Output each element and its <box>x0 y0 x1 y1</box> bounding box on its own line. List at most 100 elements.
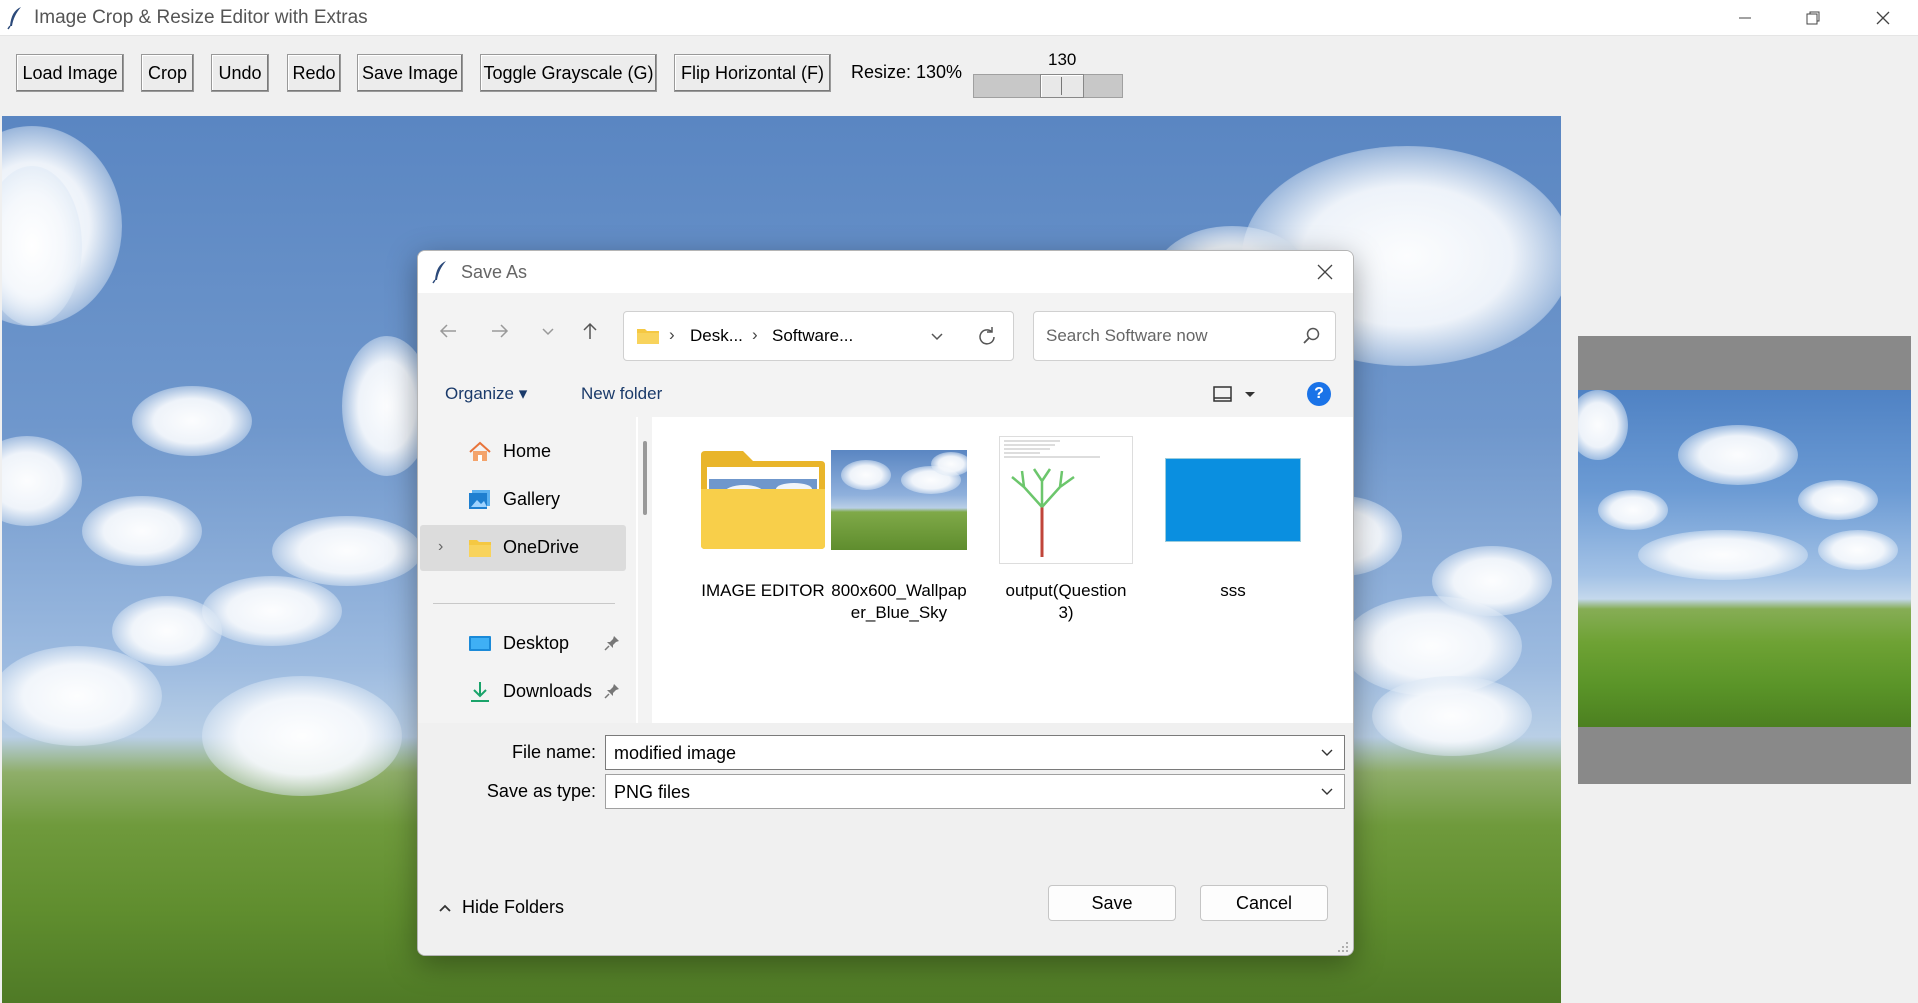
toggle-grayscale-button[interactable]: Toggle Grayscale (G) <box>480 54 657 92</box>
refresh-icon[interactable] <box>976 326 998 348</box>
minimize-button[interactable] <box>1710 0 1780 36</box>
forward-button[interactable] <box>484 315 516 347</box>
pin-icon[interactable] <box>604 635 620 651</box>
cloud <box>132 386 252 456</box>
restore-button[interactable] <box>1778 0 1848 36</box>
nav-label: Desktop <box>503 633 570 653</box>
resize-slider-thumb[interactable] <box>1040 74 1084 98</box>
view-icon <box>1213 386 1255 402</box>
feather-icon <box>432 261 446 284</box>
cloud <box>82 496 202 566</box>
save-type-select[interactable]: PNG files <box>605 774 1345 809</box>
image-thumbnail <box>996 435 1136 565</box>
restore-icon <box>1806 11 1820 25</box>
chevron-down-icon <box>542 328 554 336</box>
gallery-icon <box>469 490 490 509</box>
cloud <box>202 576 342 646</box>
slider-value: 130 <box>1048 50 1077 69</box>
scrollbar-thumb[interactable] <box>643 441 647 515</box>
resize-grip-icon[interactable] <box>1337 941 1349 953</box>
file-name-field[interactable]: modified image <box>605 735 1345 770</box>
save-button[interactable]: Save <box>1048 885 1176 921</box>
chevron-right-icon[interactable]: › <box>438 538 443 556</box>
nav-item-downloads[interactable]: Downloads <box>420 669 626 715</box>
minimize-icon <box>1739 17 1751 19</box>
nav-item-onedrive[interactable]: › OneDrive <box>420 525 626 571</box>
resize-label: Resize: 130% <box>851 62 963 82</box>
cloud <box>202 676 402 796</box>
flip-horizontal-button[interactable]: Flip Horizontal (F) <box>674 54 831 92</box>
file-name-label: File name: <box>511 742 596 762</box>
organize-menu[interactable]: Organize ▾ <box>445 384 527 404</box>
window-title: Image Crop & Resize Editor with Extras <box>34 7 368 28</box>
dialog-close-button[interactable] <box>1307 255 1343 289</box>
save-type-value: PNG files <box>614 782 691 802</box>
dialog-title: Save As <box>461 262 528 282</box>
cloud <box>1372 676 1532 756</box>
nav-item-gallery[interactable]: Gallery <box>420 477 626 523</box>
nav-label: Downloads <box>503 681 593 701</box>
toolbar: Load Image Crop Undo Redo Save Image Tog… <box>0 36 1918 116</box>
search-input[interactable]: Search Software now <box>1033 311 1336 361</box>
nav-item-home[interactable]: Home <box>420 429 626 475</box>
close-icon <box>1876 11 1890 25</box>
search-icon <box>1303 327 1320 344</box>
save-image-button[interactable]: Save Image <box>357 54 463 92</box>
preview-panel <box>1578 336 1911 784</box>
help-button[interactable]: ? <box>1307 382 1331 406</box>
pin-icon[interactable] <box>604 683 620 699</box>
folder-icon <box>469 540 491 557</box>
chevron-down-icon[interactable] <box>1320 746 1334 760</box>
download-icon <box>471 682 489 702</box>
desktop-icon <box>469 636 491 651</box>
file-list: IMAGE EDITOR 800x600_Wallpaper_Blue_Sky <box>652 417 1353 723</box>
new-folder-button[interactable]: New folder <box>581 384 662 404</box>
recent-locations-button[interactable] <box>532 315 564 347</box>
cloud <box>1818 530 1898 570</box>
image-thumbnail <box>829 435 969 565</box>
arrow-right-icon <box>492 324 509 338</box>
hide-folders-button[interactable]: Hide Folders <box>438 897 564 918</box>
nav-divider <box>433 603 615 604</box>
cloud <box>1678 425 1798 485</box>
crop-button[interactable]: Crop <box>141 54 194 92</box>
cancel-button[interactable]: Cancel <box>1200 885 1328 921</box>
nav-item-desktop[interactable]: Desktop <box>420 621 626 667</box>
save-as-dialog: Save As › Desk... › Software... Search S… <box>417 250 1354 956</box>
arrow-left-icon <box>439 324 456 338</box>
folder-icon <box>701 451 825 549</box>
cloud <box>272 516 422 586</box>
search-placeholder: Search Software now <box>1046 326 1208 345</box>
home-icon <box>469 441 491 461</box>
window-titlebar: Image Crop & Resize Editor with Extras <box>0 0 1918 36</box>
navigation-row: › Desk... › Software... Search Software … <box>418 293 1353 373</box>
file-name: sss <box>1220 581 1246 600</box>
cloud <box>1578 390 1628 460</box>
close-window-button[interactable] <box>1848 0 1918 36</box>
cloud <box>2 436 82 526</box>
breadcrumb-desktop[interactable]: Desk... <box>690 326 743 346</box>
undo-button[interactable]: Undo <box>211 54 269 92</box>
address-bar[interactable]: › Desk... › Software... <box>623 311 1014 361</box>
chevron-up-icon <box>439 904 451 912</box>
cloud <box>1598 490 1668 530</box>
feather-icon <box>7 7 21 30</box>
file-name-value: modified image <box>614 743 737 763</box>
arrow-up-icon <box>583 322 597 339</box>
chevron-down-icon[interactable] <box>929 329 945 345</box>
view-options-button[interactable] <box>1213 384 1259 409</box>
back-button[interactable] <box>432 315 464 347</box>
file-name: 800x600_Wallpap er_Blue_Sky <box>831 581 967 622</box>
nav-label: Home <box>503 441 552 461</box>
nav-label: Gallery <box>503 489 561 509</box>
load-image-button[interactable]: Load Image <box>16 54 124 92</box>
breadcrumb-software[interactable]: Software... <box>772 326 853 346</box>
redo-button[interactable]: Redo <box>287 54 341 92</box>
nav-label: OneDrive <box>503 537 580 557</box>
nav-scrollbar[interactable] <box>638 417 652 723</box>
up-button[interactable] <box>574 315 606 347</box>
dialog-bottom-panel: File name: modified image Save as type: … <box>418 723 1353 955</box>
close-icon <box>1317 264 1333 280</box>
chevron-down-icon[interactable] <box>1320 785 1334 799</box>
file-name: output(Question 3) <box>1005 581 1127 622</box>
